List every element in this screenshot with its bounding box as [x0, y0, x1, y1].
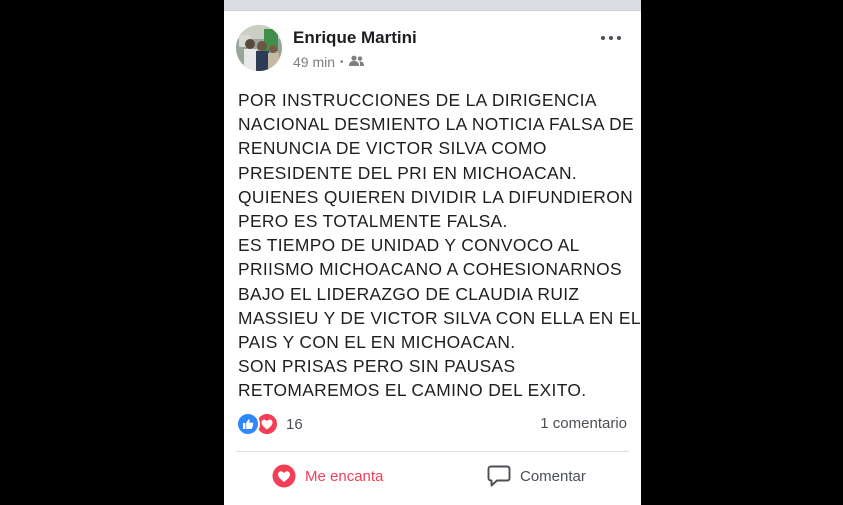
comment-button-label: Comentar — [520, 467, 586, 485]
post-time[interactable]: 49 min — [293, 54, 335, 70]
post-text-line: RENUNCIA DE VICTOR SILVA COMO — [238, 138, 547, 159]
post-text-line: POR INSTRUCCIONES DE LA DIRIGENCIA — [238, 90, 597, 110]
post-card: Enrique Martini 49 min • POR INSTRUCCION… — [224, 10, 641, 505]
reactions-summary[interactable]: 16 — [236, 412, 303, 436]
post-text-line: PRESIDENTE DEL PRI EN MICHOACAN. — [238, 162, 578, 183]
post-text: POR INSTRUCCIONES DE LA DIRIGENCIA NACIO… — [238, 88, 641, 403]
more-options-icon[interactable] — [601, 33, 621, 43]
post-text-line: BAJO EL LIDERAZGO DE CLAUDIA RUIZ — [238, 283, 580, 304]
post-text-line: MASSIEU Y DE VICTOR SILVA CON ELLA EN EL — [238, 307, 641, 328]
author-name[interactable]: Enrique Martini — [293, 28, 417, 48]
meta-separator: • — [340, 56, 344, 68]
avatar[interactable] — [236, 25, 282, 71]
friends-icon — [348, 54, 364, 70]
heart-icon — [272, 464, 296, 488]
post-text-line: NACIONAL DESMIENTO LA NOTICIA FALSA DE — [238, 114, 635, 135]
divider — [236, 451, 629, 452]
comment-button[interactable]: Comentar — [487, 461, 586, 491]
post-meta: 49 min • — [293, 53, 364, 71]
post-text-line: RETOMAREMOS EL CAMINO DEL EXITO. — [238, 380, 587, 401]
post-text-line: PRIISMO MICHOACANO A COHESIONARNOS — [238, 259, 622, 280]
love-button-label: Me encanta — [305, 467, 384, 485]
post-text-line: PERO ES TOTALMENTE FALSA. — [238, 211, 508, 232]
post-text-line: QUIENES QUIEREN DIVIDIR LA DIFUNDIERON — [238, 186, 633, 207]
comment-icon — [487, 465, 511, 487]
reaction-count: 16 — [286, 415, 303, 433]
love-reaction-button[interactable]: Me encanta — [272, 461, 383, 491]
like-icon — [236, 412, 260, 436]
post-text-line: SON PRISAS PERO SIN PAUSAS — [238, 356, 516, 377]
feed-top-strip — [224, 0, 641, 10]
post-text-line: ES TIEMPO DE UNIDAD Y CONVOCO AL — [238, 235, 580, 256]
phone-screen: Enrique Martini 49 min • POR INSTRUCCION… — [224, 0, 641, 505]
post-text-line: PAIS Y CON EL EN MICHOACAN. — [238, 332, 516, 353]
comments-count[interactable]: 1 comentario — [540, 415, 627, 432]
avatar-photo — [236, 25, 282, 71]
